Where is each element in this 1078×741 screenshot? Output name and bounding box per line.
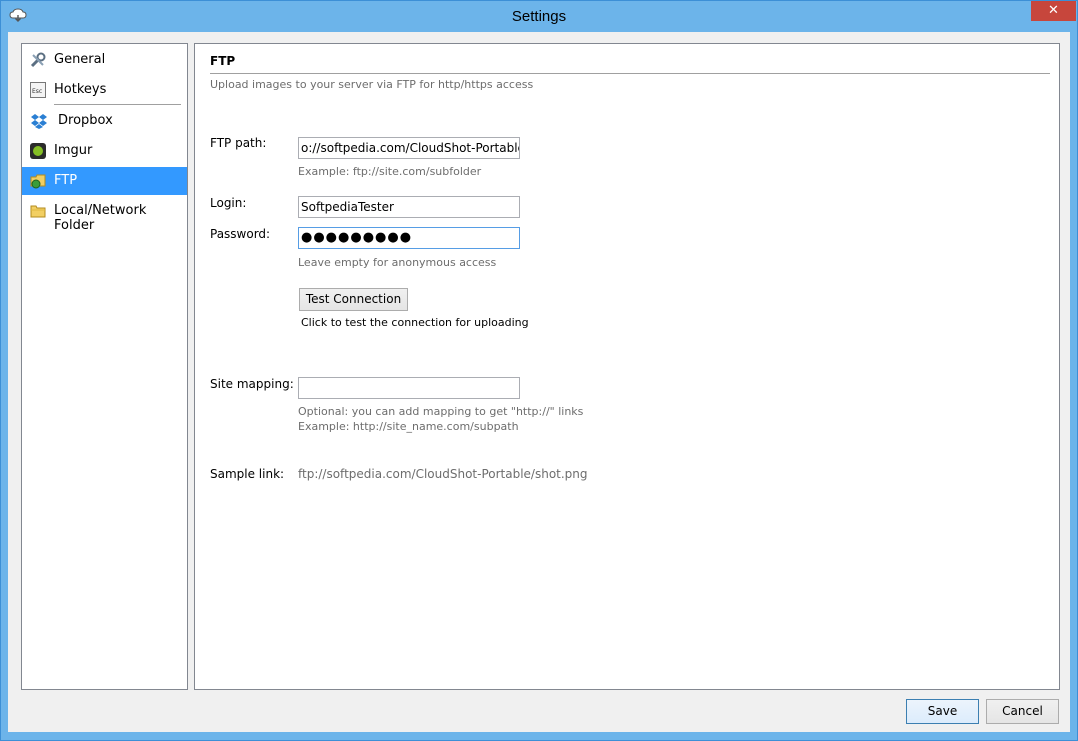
close-button[interactable]: ✕ <box>1031 1 1076 21</box>
sidebar-item-local-folder[interactable]: Local/Network Folder <box>22 197 187 233</box>
sidebar-item-dropbox[interactable]: Dropbox <box>22 107 187 135</box>
sidebar-item-label: Imgur <box>54 143 93 158</box>
settings-window: Settings ✕ General Esc Hotkeys Dropbox I… <box>0 0 1078 741</box>
test-connection-button[interactable]: Test Connection <box>299 288 408 311</box>
dialog-client-area: General Esc Hotkeys Dropbox Imgur FTP Lo… <box>8 32 1070 732</box>
sidebar-item-label: Local/Network Folder <box>54 203 147 233</box>
cancel-button[interactable]: Cancel <box>986 699 1059 724</box>
password-input[interactable]: ●●●●●●●●● <box>298 227 520 249</box>
section-description: Upload images to your server via FTP for… <box>210 78 534 91</box>
settings-sidebar: General Esc Hotkeys Dropbox Imgur FTP Lo… <box>21 43 188 690</box>
sidebar-item-general[interactable]: General <box>22 46 187 74</box>
ftp-icon <box>30 173 46 189</box>
sidebar-separator <box>54 104 181 105</box>
sidebar-item-imgur[interactable]: Imgur <box>22 137 187 165</box>
sidebar-item-label: General <box>54 52 106 67</box>
site-mapping-label: Site mapping: <box>210 377 294 391</box>
password-label: Password: <box>210 227 271 241</box>
login-label: Login: <box>210 196 247 210</box>
login-input[interactable]: SoftpediaTester <box>298 196 520 218</box>
test-connection-note: Click to test the connection for uploadi… <box>301 316 529 329</box>
esc-key-icon: Esc <box>30 82 46 98</box>
sidebar-item-label: FTP <box>54 173 78 188</box>
sample-link-label: Sample link: <box>210 467 285 481</box>
close-icon: ✕ <box>1048 3 1059 18</box>
svg-text:Esc: Esc <box>32 88 42 95</box>
sidebar-item-hotkeys[interactable]: Esc Hotkeys <box>22 76 187 104</box>
password-hint: Leave empty for anonymous access <box>298 256 497 269</box>
sidebar-item-label: Hotkeys <box>54 82 107 97</box>
site-mapping-hint: Optional: you can add mapping to get "ht… <box>298 405 584 418</box>
ftp-path-label: FTP path: <box>210 136 267 150</box>
ftp-path-hint: Example: ftp://site.com/subfolder <box>298 165 482 178</box>
ftp-path-input[interactable]: o://softpedia.com/CloudShot-Portable <box>298 137 520 159</box>
sidebar-item-label: Dropbox <box>58 113 113 128</box>
save-button[interactable]: Save <box>906 699 979 724</box>
heading-divider <box>210 73 1050 74</box>
dropbox-icon <box>30 113 47 129</box>
sample-link-value: ftp://softpedia.com/CloudShot-Portable/s… <box>298 467 588 481</box>
folder-icon <box>30 203 46 219</box>
section-heading: FTP <box>210 54 236 68</box>
sidebar-item-ftp[interactable]: FTP <box>22 167 187 195</box>
wrench-icon <box>30 52 46 68</box>
ftp-settings-panel: FTP Upload images to your server via FTP… <box>194 43 1060 690</box>
site-mapping-example: Example: http://site_name.com/subpath <box>298 420 519 433</box>
imgur-icon <box>30 143 46 159</box>
site-mapping-input[interactable] <box>298 377 520 399</box>
window-title: Settings <box>511 8 567 25</box>
title-bar[interactable]: Settings ✕ <box>1 1 1077 31</box>
